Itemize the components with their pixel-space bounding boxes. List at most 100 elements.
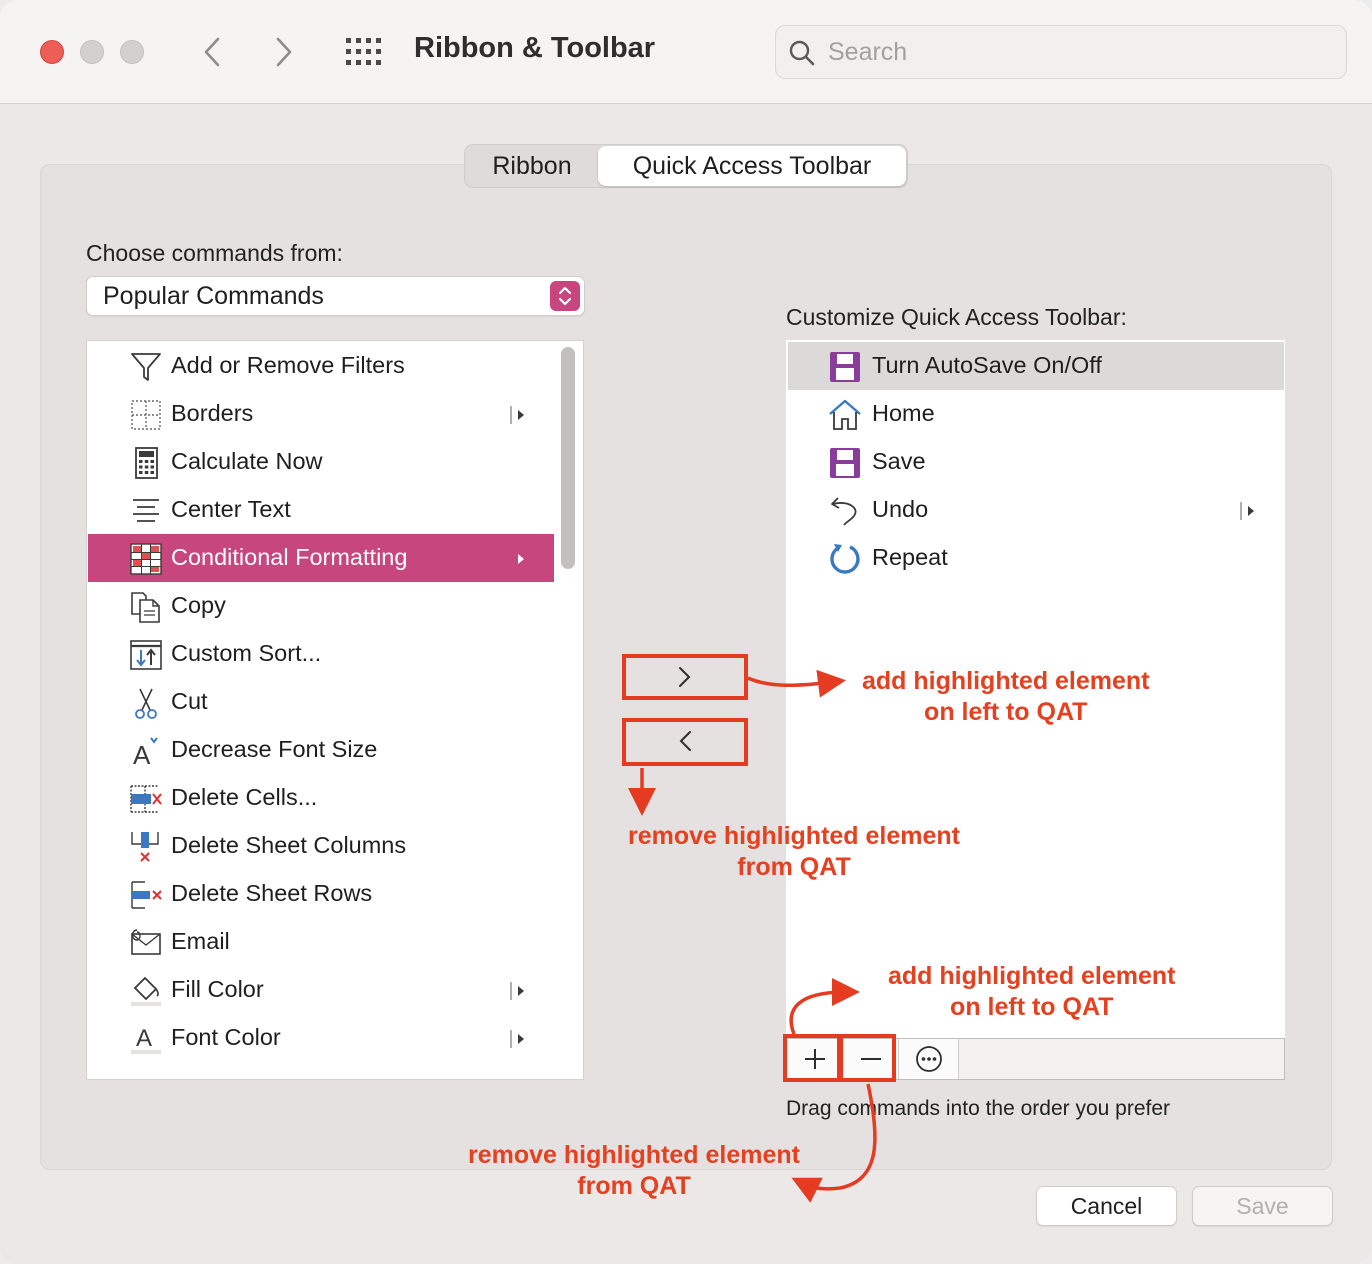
grid-icon: [346, 38, 381, 65]
filter-icon: [131, 353, 161, 381]
autosave-icon: [830, 352, 860, 382]
svg-text:A: A: [136, 1025, 152, 1052]
list-item-selected[interactable]: Conditional Formatting: [88, 534, 554, 582]
list-item-label: Decrease Font Size: [171, 736, 378, 762]
chevron-left-icon: [204, 37, 220, 67]
show-all-button[interactable]: [342, 34, 388, 70]
list-item-label: Save: [872, 448, 926, 474]
list-item-label: Undo: [872, 496, 929, 522]
cancel-button[interactable]: Cancel: [1036, 1186, 1177, 1226]
center-text-icon: [133, 499, 159, 522]
list-item-label: Home: [872, 400, 935, 426]
annotation-line: remove highlighted element: [628, 822, 961, 850]
scissors-icon: [135, 688, 157, 719]
list-item[interactable]: Delete Cells...: [88, 774, 554, 822]
list-item-label: Delete Cells...: [171, 784, 318, 810]
delete-cells-icon: [130, 785, 162, 813]
minus-icon: [860, 1058, 881, 1060]
list-item[interactable]: Email: [88, 918, 554, 966]
chevron-right-icon: [679, 667, 691, 687]
window-title: Ribbon & Toolbar: [414, 32, 656, 64]
list-item[interactable]: A Decrease Font Size: [88, 726, 554, 774]
back-button[interactable]: [192, 30, 232, 74]
list-item-label: Cut: [171, 688, 208, 714]
list-item-label: Delete Sheet Rows: [171, 880, 373, 906]
list-item[interactable]: Borders: [88, 390, 554, 438]
dropdown-value: Popular Commands: [103, 282, 324, 310]
annotation-line: on left to QAT: [924, 698, 1088, 726]
choose-commands-label: Choose commands from:: [86, 240, 343, 266]
list-item[interactable]: Delete Sheet Rows: [88, 870, 554, 918]
list-item[interactable]: Add or Remove Filters: [88, 342, 554, 390]
add-button[interactable]: [787, 1039, 843, 1079]
remove-button[interactable]: [843, 1039, 899, 1079]
delete-rows-icon: [131, 881, 162, 909]
list-item-label: Borders: [171, 400, 254, 426]
copy-icon: [131, 592, 160, 623]
list-item-partial[interactable]: [88, 1062, 554, 1079]
list-item-label: Email: [171, 928, 230, 954]
borders-icon: [131, 400, 161, 430]
qat-edit-toolbar: [786, 1038, 1285, 1080]
forward-button[interactable]: [264, 30, 304, 74]
tab-bar: Ribbon Quick Access Toolbar: [464, 144, 908, 188]
submenu-arrow-icon: [510, 406, 524, 424]
list-item-label: Add or Remove Filters: [171, 352, 405, 378]
drag-hint-label: Drag commands into the order you prefer: [786, 1097, 1171, 1120]
search-input[interactable]: [828, 26, 1328, 78]
sort-icon: [130, 640, 162, 670]
remove-from-qat-button[interactable]: [622, 718, 748, 764]
commands-list[interactable]: Add or Remove Filters Borders Calculate …: [86, 340, 584, 1080]
list-item[interactable]: Home: [788, 390, 1284, 438]
more-options-button[interactable]: [899, 1039, 959, 1079]
list-item[interactable]: A Font Color: [88, 1014, 554, 1062]
ellipsis-circle-icon: [915, 1046, 942, 1072]
list-item[interactable]: Save: [788, 438, 1284, 486]
list-item[interactable]: Center Text: [88, 486, 554, 534]
tab-ribbon[interactable]: Ribbon: [466, 146, 598, 186]
move-to-qat-button[interactable]: [622, 654, 748, 700]
customize-qat-label: Customize Quick Access Toolbar:: [786, 304, 1127, 330]
list-item-label: Fill Color: [171, 976, 264, 1002]
conditional-formatting-icon: [130, 543, 162, 575]
list-item-label: Repeat: [872, 544, 948, 570]
calculator-icon: [135, 447, 158, 479]
email-icon: [131, 929, 161, 955]
submenu-arrow-icon: [518, 554, 524, 564]
list-item-label: Turn AutoSave On/Off: [872, 352, 1102, 378]
tab-quick-access-toolbar[interactable]: Quick Access Toolbar: [598, 146, 906, 186]
list-item[interactable]: Undo: [788, 486, 1284, 534]
annotation-line: from QAT: [737, 853, 851, 881]
delete-columns-icon: [131, 832, 159, 862]
minimize-window-button[interactable]: [80, 40, 104, 64]
list-item[interactable]: Cut: [88, 678, 554, 726]
annotation-remove-bottom-text: remove highlighted element from QAT: [468, 1140, 800, 1202]
list-item[interactable]: Repeat: [788, 534, 1284, 582]
search-field[interactable]: [775, 25, 1347, 79]
svg-text:A: A: [133, 740, 151, 768]
repeat-icon: [830, 544, 860, 574]
list-item-label: Delete Sheet Columns: [171, 832, 407, 858]
list-item[interactable]: Delete Sheet Columns: [88, 822, 554, 870]
commands-source-dropdown[interactable]: Popular Commands: [86, 276, 585, 316]
font-color-icon: A: [131, 1025, 161, 1054]
annotation-line: remove highlighted element: [468, 1141, 801, 1169]
list-item-selected[interactable]: Turn AutoSave On/Off: [788, 342, 1284, 390]
annotation-add-text: add highlighted element on left to QAT: [862, 666, 1150, 728]
fill-color-icon: [131, 976, 161, 1006]
chevron-left-icon: [679, 731, 691, 751]
submenu-arrow-icon: [1240, 502, 1254, 520]
close-window-button[interactable]: [40, 40, 64, 64]
list-item-label: Calculate Now: [171, 448, 323, 474]
list-item[interactable]: Fill Color: [88, 966, 554, 1014]
chevron-right-icon: [276, 37, 292, 67]
save-button[interactable]: Save: [1192, 1186, 1333, 1226]
annotation-line: from QAT: [577, 1172, 691, 1200]
save-icon: [830, 448, 860, 478]
list-item[interactable]: Calculate Now: [88, 438, 554, 486]
commands-list-scrollbar[interactable]: [561, 347, 575, 569]
list-item[interactable]: Copy: [88, 582, 554, 630]
zoom-window-button[interactable]: [120, 40, 144, 64]
list-item[interactable]: Custom Sort...: [88, 630, 554, 678]
dropdown-stepper[interactable]: [550, 281, 580, 311]
